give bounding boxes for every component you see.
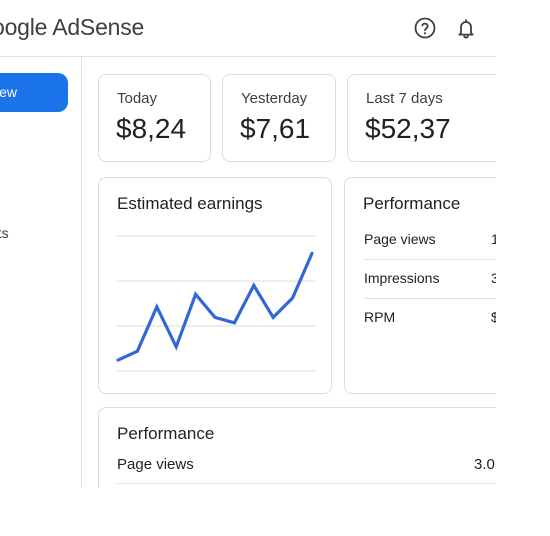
earnings-line — [116, 251, 314, 362]
adsense-app: oogle AdSense iew t nts Today $8,24 — [0, 0, 496, 488]
perf-value: 3 — [491, 270, 496, 286]
perf-label: RPM — [364, 309, 396, 325]
bottom-row-value: 3.0 — [474, 456, 495, 473]
perf-label: Impressions — [364, 270, 440, 286]
bottom-row-page-views: Page views 3.0 — [117, 452, 496, 484]
stat-label: Today — [117, 90, 158, 107]
stat-label: Last 7 days — [366, 90, 443, 107]
sidebar-item-overview[interactable]: iew — [0, 73, 68, 112]
perf-label: Page views — [364, 231, 436, 247]
sidebar-item-label: iew — [0, 84, 18, 100]
brand-title[interactable]: oogle AdSense — [0, 14, 144, 41]
perf-row-rpm: RPM $ — [364, 299, 496, 338]
perf-row-page-views: Page views 1 — [364, 221, 496, 260]
stat-card-yesterday: Yesterday $7,61 — [222, 74, 336, 162]
stat-value: $52,37 — [365, 113, 451, 144]
sidebar-item-3[interactable]: nts — [0, 225, 9, 241]
help-icon[interactable] — [413, 16, 437, 40]
sidebar: iew t nts — [0, 57, 82, 488]
earnings-chart — [116, 235, 316, 372]
stat-card-today: Today $8,24 — [98, 74, 211, 162]
performance-card: Performance Page views 1 Impressions 3 R… — [344, 177, 496, 394]
earnings-card: Estimated earnings — [98, 177, 332, 394]
bottom-row-label: Page views — [117, 456, 194, 473]
perf-row-impressions: Impressions 3 — [364, 260, 496, 299]
bell-icon[interactable] — [454, 16, 478, 40]
bottom-performance-title: Performance — [117, 424, 215, 443]
performance-title: Performance — [363, 194, 461, 213]
stat-label: Yesterday — [241, 90, 308, 107]
bottom-performance-card: Performance Page views 3.0 — [98, 407, 496, 488]
stat-card-last-7-days: Last 7 days $52,37 — [347, 74, 496, 162]
stat-value: $8,24 — [116, 113, 187, 144]
stat-value: $7,61 — [240, 113, 311, 144]
perf-value: 1 — [491, 231, 496, 247]
perf-value: $ — [491, 309, 496, 325]
top-header: oogle AdSense — [0, 0, 496, 57]
